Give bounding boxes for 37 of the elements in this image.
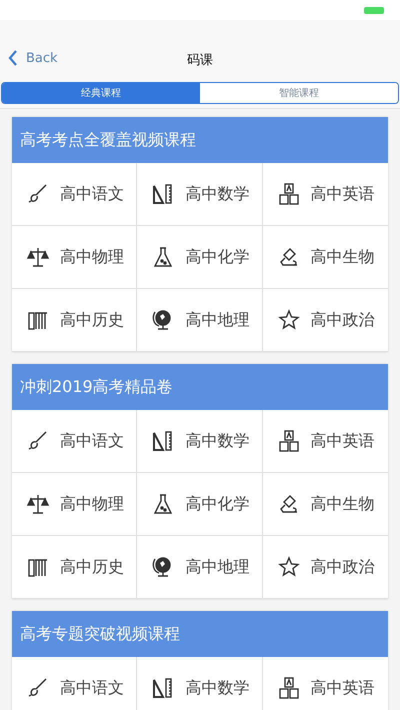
star-icon	[276, 555, 301, 579]
course-cell[interactable]: 高中数学	[137, 410, 263, 473]
section-header: 高考考点全覆盖视频课程	[12, 117, 388, 163]
section-header: 高考专题突破视频课程	[12, 611, 388, 657]
letter-blocks-icon	[276, 676, 301, 700]
course-cell[interactable]: 高中地理	[137, 289, 263, 352]
course-cell[interactable]: 高中历史	[12, 289, 138, 352]
course-cell[interactable]: 高中化学	[137, 226, 263, 289]
course-cell[interactable]: 高中历史	[12, 536, 138, 599]
course-cell[interactable]: 高中语文	[12, 410, 138, 473]
scale-icon	[26, 492, 50, 516]
course-cell[interactable]: 高中英语	[262, 410, 388, 473]
course-cell[interactable]: 高中政治	[262, 536, 388, 599]
scale-icon	[26, 245, 50, 269]
back-chevron-icon	[8, 50, 18, 66]
course-cell[interactable]: 高中英语	[262, 657, 388, 710]
course-cell[interactable]: 高中生物	[262, 226, 388, 289]
course-cell[interactable]: 高中数学	[137, 163, 263, 226]
letter-blocks-icon	[276, 182, 301, 206]
back-button[interactable]: Back	[6, 48, 60, 68]
section-header: 冲刺2019高考精品卷	[12, 364, 388, 410]
course-cell[interactable]: 高中语文	[12, 657, 138, 710]
course-cell[interactable]: 高中数学	[137, 657, 263, 710]
tab[interactable]: 智能课程	[200, 83, 398, 103]
course-cell[interactable]: 高中英语	[262, 163, 388, 226]
page-title: 码课	[187, 52, 213, 69]
course-cell[interactable]: 高中化学	[137, 473, 263, 536]
course-cell[interactable]: 高中政治	[262, 289, 388, 352]
battery-icon	[364, 6, 384, 14]
tab[interactable]: 经典课程	[2, 83, 200, 103]
course-cell[interactable]: 高中地理	[137, 536, 263, 599]
course-cell[interactable]: 高中语文	[12, 163, 138, 226]
course-cell[interactable]: 高中物理	[12, 473, 138, 536]
course-cell[interactable]: 高中生物	[262, 473, 388, 536]
course-cell[interactable]: 高中物理	[12, 226, 138, 289]
letter-blocks-icon	[276, 429, 301, 453]
star-icon	[276, 308, 301, 332]
